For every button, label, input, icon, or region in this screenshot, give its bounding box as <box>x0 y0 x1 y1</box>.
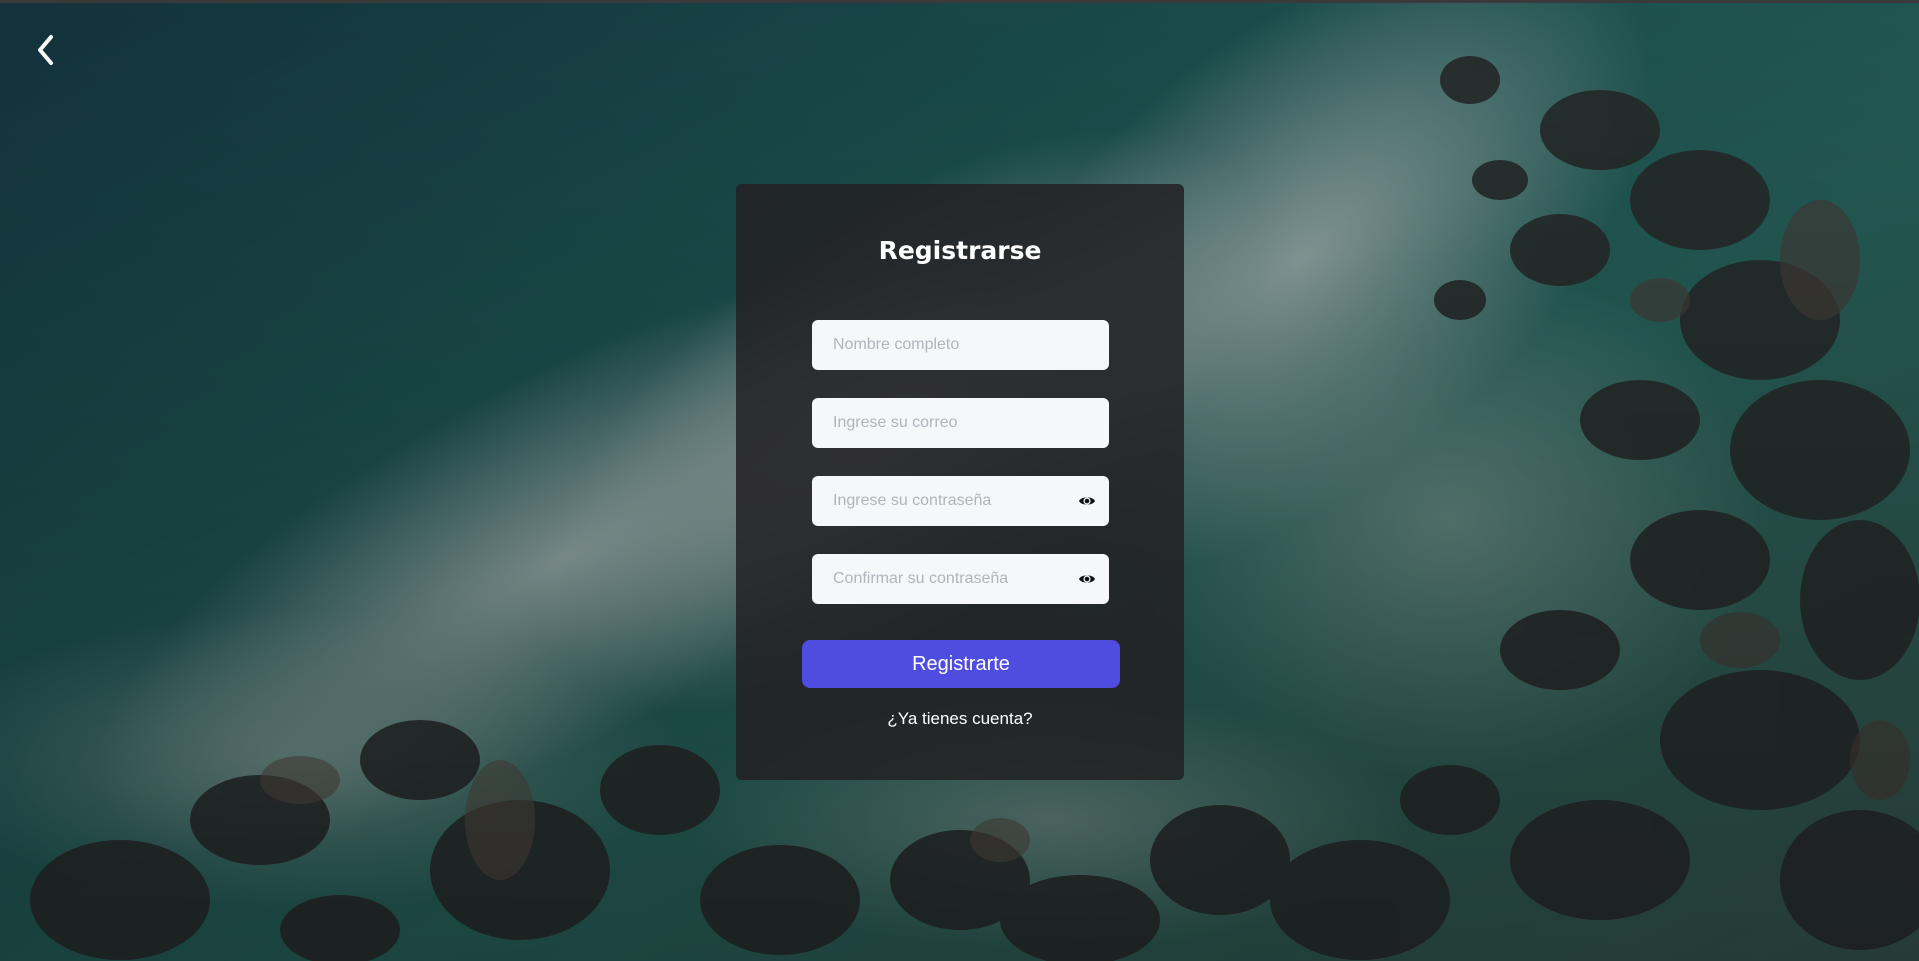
eye-icon <box>1079 575 1095 583</box>
form-title: Registrarse <box>878 236 1042 265</box>
email-input[interactable] <box>812 398 1109 448</box>
chevron-left-icon <box>38 35 53 65</box>
top-border <box>0 0 1919 3</box>
confirm-password-field <box>812 554 1109 604</box>
password-input[interactable] <box>812 476 1109 526</box>
register-page: Registrarse Nombre completo Ingrese su c… <box>0 0 1919 961</box>
back-button[interactable] <box>30 30 62 70</box>
register-button[interactable]: Registrarte <box>802 640 1120 688</box>
show-password-toggle[interactable] <box>1078 492 1096 510</box>
register-card: Registrarse Nombre completo Ingrese su c… <box>736 184 1184 780</box>
full-name-field <box>812 320 1109 370</box>
confirm-password-input[interactable] <box>812 554 1109 604</box>
full-name-input[interactable] <box>812 320 1109 370</box>
password-field <box>812 476 1109 526</box>
show-confirm-password-toggle[interactable] <box>1078 570 1096 588</box>
login-link[interactable]: ¿Ya tienes cuenta? <box>736 709 1184 729</box>
eye-icon <box>1079 497 1095 505</box>
email-field <box>812 398 1109 448</box>
